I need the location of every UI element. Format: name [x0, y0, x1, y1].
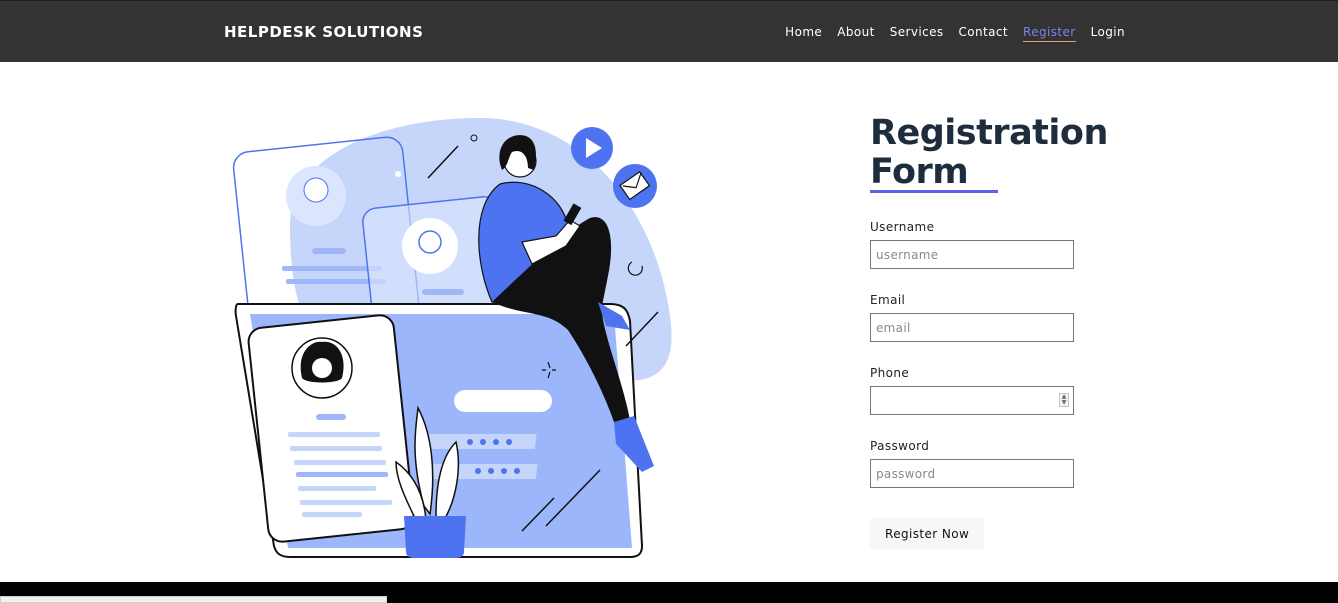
password-label: Password — [870, 439, 930, 453]
form-title-line2: Form — [870, 152, 969, 192]
username-input[interactable] — [870, 240, 1074, 269]
nav-link-login[interactable]: Login — [1091, 25, 1125, 42]
nav-link-register[interactable]: Register — [1023, 25, 1076, 42]
registration-form: Registration Form Username Email Phone ▲… — [870, 114, 1108, 549]
nav-link-home[interactable]: Home — [785, 25, 822, 42]
spinner-arrows-icon[interactable]: ▲ ▼ — [1059, 393, 1069, 407]
nav-link-contact[interactable]: Contact — [959, 25, 1009, 42]
phone-field: ▲ ▼ — [870, 386, 1074, 415]
top-navbar: HELPDESK SOLUTIONS Home About Services C… — [0, 0, 1338, 62]
form-title-line1: Registration — [870, 113, 1108, 153]
main-nav: Home About Services Contact Register Log… — [785, 25, 1125, 42]
registration-illustration — [230, 116, 682, 563]
register-now-button[interactable]: Register Now — [870, 518, 985, 549]
nav-link-about[interactable]: About — [837, 25, 874, 42]
nav-link-services[interactable]: Services — [890, 25, 944, 42]
email-input[interactable] — [870, 313, 1074, 342]
password-input[interactable] — [870, 459, 1074, 488]
form-title: Registration Form — [870, 114, 1108, 192]
username-label: Username — [870, 220, 935, 234]
phone-label: Phone — [870, 366, 910, 380]
plant-pot — [404, 516, 466, 558]
phone-input[interactable] — [870, 386, 1074, 415]
illustration-svg — [232, 118, 672, 558]
email-label: Email — [870, 293, 906, 307]
status-bar-url — [0, 596, 387, 603]
brand-logo-text[interactable]: HELPDESK SOLUTIONS — [224, 23, 423, 41]
